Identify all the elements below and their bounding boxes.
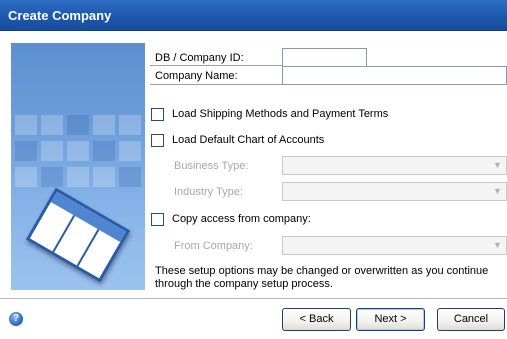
load-chart-checkbox[interactable] xyxy=(151,133,164,147)
chevron-down-icon[interactable]: ▼ xyxy=(489,183,506,200)
field-divider xyxy=(150,84,283,85)
industry-type-select[interactable]: ▼ xyxy=(282,182,507,201)
db-company-id-label: DB / Company ID: xyxy=(155,52,244,64)
title-bar: Create Company xyxy=(0,0,507,31)
business-type-select[interactable]: ▼ xyxy=(282,156,507,175)
footer-divider-highlight xyxy=(0,299,507,300)
chevron-down-icon[interactable]: ▼ xyxy=(489,237,506,254)
load-shipping-label: Load Shipping Methods and Payment Terms xyxy=(172,108,389,120)
load-shipping-option[interactable]: Load Shipping Methods and Payment Terms xyxy=(151,106,388,122)
from-company-select[interactable]: ▼ xyxy=(282,236,507,255)
company-name-label: Company Name: xyxy=(155,70,238,82)
copy-access-label: Copy access from company: xyxy=(172,213,311,225)
from-company-label: From Company: xyxy=(174,240,253,252)
back-button[interactable]: < Back xyxy=(282,308,351,331)
setup-info-text: These setup options may be changed or ov… xyxy=(155,265,489,290)
illustration-panel xyxy=(11,43,145,290)
load-shipping-checkbox[interactable] xyxy=(151,107,164,121)
cancel-button[interactable]: Cancel xyxy=(437,308,505,331)
next-button[interactable]: Next > xyxy=(356,308,425,331)
company-name-input[interactable] xyxy=(282,66,507,85)
db-company-id-input[interactable] xyxy=(282,48,367,67)
document-illustration-icon xyxy=(25,187,131,283)
chevron-down-icon[interactable]: ▼ xyxy=(489,157,506,174)
window-title: Create Company xyxy=(8,8,112,23)
business-type-label: Business Type: xyxy=(174,160,249,172)
copy-access-checkbox[interactable] xyxy=(151,212,164,226)
copy-access-option[interactable]: Copy access from company: xyxy=(151,211,311,227)
load-chart-label: Load Default Chart of Accounts xyxy=(172,134,325,146)
load-chart-option[interactable]: Load Default Chart of Accounts xyxy=(151,132,324,148)
industry-type-label: Industry Type: xyxy=(174,186,243,198)
help-icon[interactable]: ? xyxy=(9,312,23,326)
